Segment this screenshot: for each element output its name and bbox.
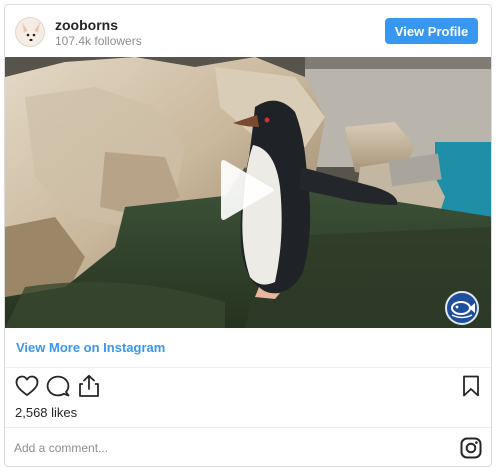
like-count: 2,568 likes xyxy=(15,405,78,420)
instagram-embed-card: zooborns 107.4k followers View Profile V… xyxy=(4,4,492,467)
instagram-icon[interactable] xyxy=(460,437,482,464)
comment-bar xyxy=(5,427,491,466)
heart-icon[interactable] xyxy=(15,375,39,402)
view-more-on-instagram-link[interactable]: View More on Instagram xyxy=(5,328,491,368)
play-icon[interactable] xyxy=(218,157,278,223)
aquarium-fish-logo-icon xyxy=(445,291,479,325)
bookmark-icon[interactable] xyxy=(462,375,480,402)
username[interactable]: zooborns xyxy=(55,17,118,33)
share-icon[interactable] xyxy=(78,374,100,403)
comment-icon[interactable] xyxy=(46,375,70,402)
follower-count: 107.4k followers xyxy=(55,34,142,48)
fox-avatar-icon[interactable] xyxy=(15,17,45,47)
post-header: zooborns 107.4k followers View Profile xyxy=(5,5,491,57)
view-profile-button[interactable]: View Profile xyxy=(385,18,478,44)
add-comment-input[interactable] xyxy=(14,437,434,459)
post-video[interactable] xyxy=(5,57,491,328)
